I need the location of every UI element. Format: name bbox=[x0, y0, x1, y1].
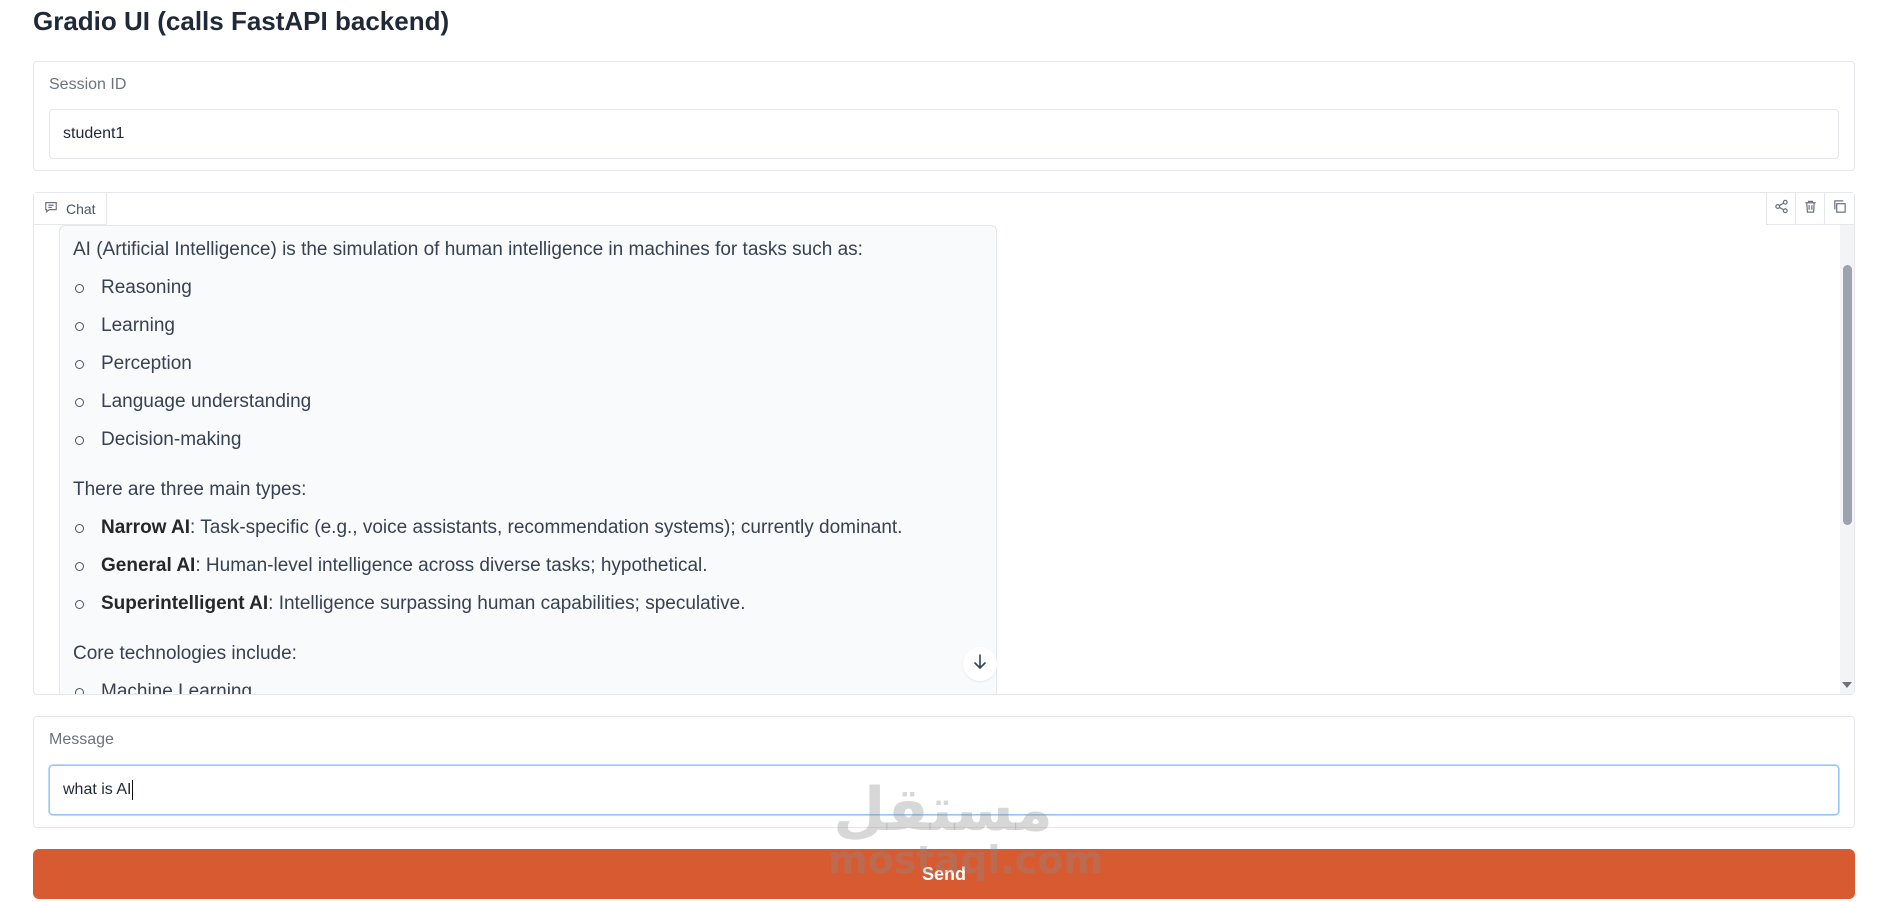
scroll-to-bottom-button[interactable] bbox=[963, 647, 997, 681]
types-list: Narrow AI: Task-specific (e.g., voice as… bbox=[73, 516, 983, 616]
chatbot: Chat AI (Artificial Intelligence) is the… bbox=[33, 192, 1855, 695]
core-heading: Core technologies include: bbox=[73, 643, 297, 664]
list-item: Decision-making bbox=[73, 428, 983, 452]
scrollbar-thumb[interactable] bbox=[1843, 265, 1852, 525]
bot-message: AI (Artificial Intelligence) is the simu… bbox=[59, 225, 997, 694]
copy-button[interactable] bbox=[1825, 193, 1854, 224]
list-item: Perception bbox=[73, 352, 983, 376]
message-input[interactable]: what is AI bbox=[49, 765, 1839, 815]
core-list: Machine Learning bbox=[73, 680, 983, 694]
chat-messages[interactable]: AI (Artificial Intelligence) is the simu… bbox=[34, 193, 1840, 694]
list-item: Language understanding bbox=[73, 390, 983, 414]
type-term: Narrow AI bbox=[101, 517, 191, 538]
chat-scrollbar[interactable] bbox=[1840, 225, 1854, 694]
trash-icon bbox=[1803, 199, 1818, 219]
type-term: Superintelligent AI bbox=[101, 593, 269, 614]
list-item: General AI: Human-level intelligence acr… bbox=[73, 554, 983, 578]
message-intro: AI (Artificial Intelligence) is the simu… bbox=[73, 239, 863, 260]
list-item: Reasoning bbox=[73, 276, 983, 300]
list-item: Narrow AI: Task-specific (e.g., voice as… bbox=[73, 516, 983, 540]
session-id-input[interactable]: student1 bbox=[49, 109, 1839, 159]
chat-icon bbox=[44, 200, 58, 217]
types-heading: There are three main types: bbox=[73, 479, 307, 500]
message-block: Message what is AI bbox=[33, 716, 1855, 828]
clear-chat-button[interactable] bbox=[1796, 193, 1825, 224]
session-block: Session ID student1 bbox=[33, 61, 1855, 171]
list-item: Superintelligent AI: Intelligence surpas… bbox=[73, 592, 983, 616]
copy-icon bbox=[1832, 199, 1847, 219]
scroll-down-arrow-icon[interactable] bbox=[1842, 682, 1852, 688]
type-term: General AI bbox=[101, 555, 196, 576]
list-item: Learning bbox=[73, 314, 983, 338]
page-title: Gradio UI (calls FastAPI backend) bbox=[33, 6, 450, 36]
session-id-value: student1 bbox=[63, 125, 125, 142]
type-desc: : Human-level intelligence across divers… bbox=[195, 555, 708, 576]
message-label: Message bbox=[49, 731, 114, 748]
share-icon bbox=[1774, 199, 1789, 219]
page: Gradio UI (calls FastAPI backend) Sessio… bbox=[0, 0, 1879, 902]
arrow-down-icon bbox=[970, 652, 990, 677]
task-list: Reasoning Learning Perception Language u… bbox=[73, 276, 983, 452]
share-button[interactable] bbox=[1767, 193, 1796, 224]
type-desc: : Task-specific (e.g., voice assistants,… bbox=[190, 517, 903, 538]
session-label: Session ID bbox=[49, 76, 127, 93]
chat-toolbar bbox=[1766, 193, 1854, 225]
list-item: Machine Learning bbox=[73, 680, 983, 694]
text-caret bbox=[132, 779, 134, 800]
chat-tab-label: Chat bbox=[66, 200, 96, 217]
type-desc: : Intelligence surpassing human capabili… bbox=[268, 593, 746, 614]
send-button[interactable]: Send bbox=[33, 849, 1855, 899]
message-value: what is AI bbox=[63, 781, 132, 798]
chat-tab: Chat bbox=[34, 193, 107, 225]
